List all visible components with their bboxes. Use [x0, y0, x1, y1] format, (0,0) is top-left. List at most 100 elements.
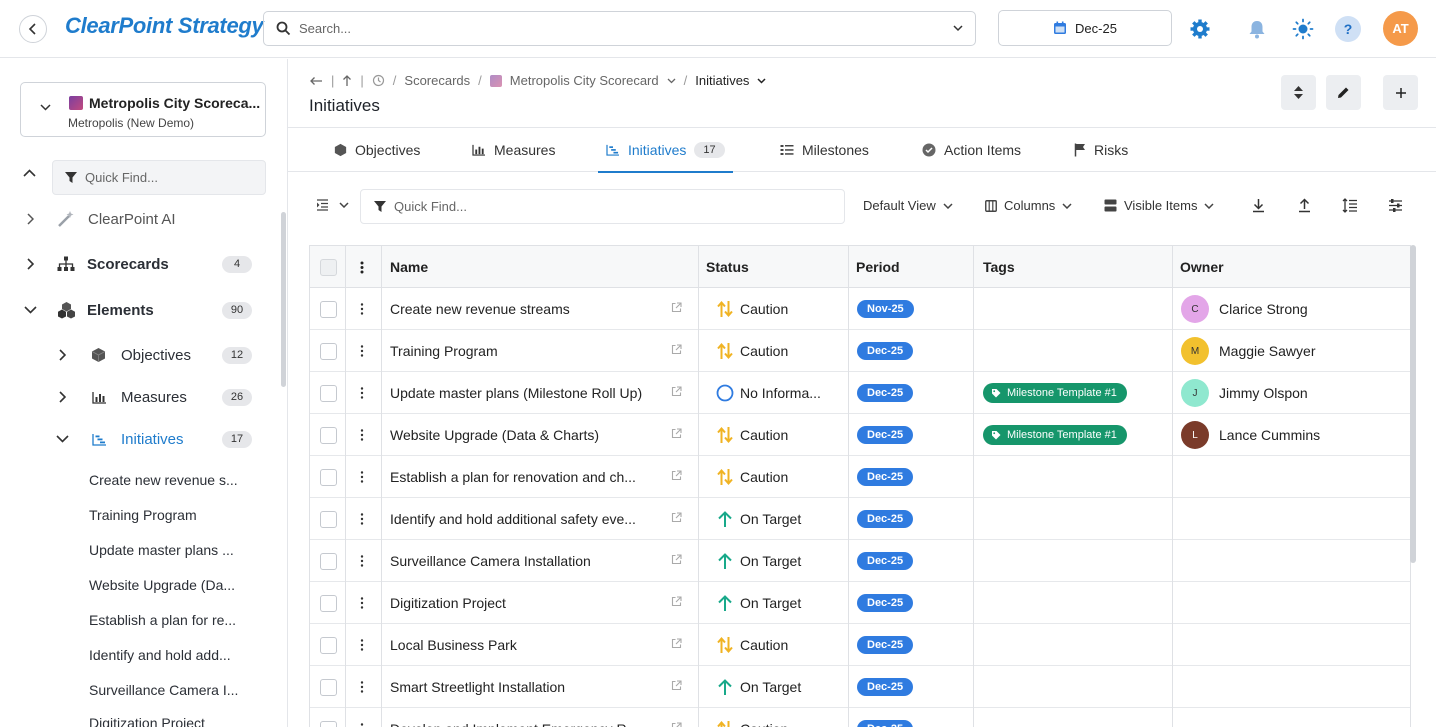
owner-cell[interactable]: M Maggie Sawyer: [1181, 330, 1316, 372]
sidebar-quick-find-input[interactable]: Quick Find...: [52, 160, 266, 195]
status-cell[interactable]: Caution: [716, 456, 788, 498]
collapse-sidebar-button[interactable]: [19, 15, 47, 43]
table-row[interactable]: Create new revenue streams Caution Nov-25 C…: [310, 288, 1410, 330]
row-checkbox[interactable]: [320, 595, 337, 612]
notifications-button[interactable]: [1245, 17, 1269, 41]
tab-action-items[interactable]: Action Items: [922, 128, 1021, 172]
initiative-name-link[interactable]: Training Program: [390, 330, 498, 372]
tab-objectives[interactable]: Objectives: [334, 128, 420, 172]
column-header-period[interactable]: Period: [856, 246, 900, 288]
edit-button[interactable]: [1326, 75, 1361, 110]
sidebar-item-scorecards[interactable]: Scorecards 4: [0, 249, 280, 279]
kebab-icon[interactable]: [360, 681, 364, 693]
grid-quick-find-input[interactable]: Quick Find...: [360, 189, 845, 224]
settings-button[interactable]: [1188, 17, 1212, 41]
row-checkbox[interactable]: [320, 385, 337, 402]
owner-cell[interactable]: J Jimmy Olspon: [1181, 372, 1308, 414]
row-checkbox[interactable]: [320, 679, 337, 696]
table-row[interactable]: Surveillance Camera Installation On Targe…: [310, 540, 1410, 582]
initiative-name-link[interactable]: Surveillance Camera Installation: [390, 540, 591, 582]
sidebar-initiative-item[interactable]: Create new revenue s...: [89, 472, 238, 488]
kebab-icon[interactable]: [360, 723, 364, 727]
status-cell[interactable]: Caution: [716, 414, 788, 456]
chevron-down-icon[interactable]: [667, 78, 676, 84]
row-checkbox[interactable]: [320, 343, 337, 360]
breadcrumb-scorecard-link[interactable]: Metropolis City Scorecard: [510, 73, 659, 88]
external-link-icon[interactable]: [671, 596, 682, 607]
kebab-icon[interactable]: [360, 639, 364, 651]
sidebar-initiative-item[interactable]: Update master plans ...: [89, 542, 234, 558]
status-cell[interactable]: Caution: [716, 330, 788, 372]
kebab-icon[interactable]: [360, 429, 364, 441]
visible-items-dropdown[interactable]: Visible Items: [1104, 198, 1214, 213]
status-cell[interactable]: No Informa...: [716, 372, 821, 414]
initiative-name-link[interactable]: Local Business Park: [390, 624, 517, 666]
sidebar-initiative-item[interactable]: Identify and hold add...: [89, 647, 231, 663]
external-link-icon[interactable]: [671, 512, 682, 523]
status-cell[interactable]: On Target: [716, 498, 801, 540]
arrow-left-icon[interactable]: [309, 76, 323, 86]
row-checkbox[interactable]: [320, 553, 337, 570]
chevron-up-icon[interactable]: [23, 169, 36, 177]
external-link-icon[interactable]: [671, 386, 682, 397]
status-cell[interactable]: Caution: [716, 624, 788, 666]
select-all-checkbox[interactable]: [320, 259, 337, 276]
external-link-icon[interactable]: [671, 554, 682, 565]
initiative-name-link[interactable]: Create new revenue streams: [390, 288, 570, 330]
table-row[interactable]: Local Business Park Caution Dec-25: [310, 624, 1410, 666]
arrow-up-icon[interactable]: [342, 74, 352, 87]
table-row[interactable]: Smart Streetlight Installation On Target D…: [310, 666, 1410, 708]
default-view-dropdown[interactable]: Default View: [863, 198, 953, 213]
initiative-name-link[interactable]: Update master plans (Milestone Roll Up): [390, 372, 642, 414]
initiative-name-link[interactable]: Develop and Implement Emergency R...: [390, 708, 638, 727]
tab-initiatives[interactable]: Initiatives 17: [598, 128, 733, 173]
column-header-tags[interactable]: Tags: [983, 246, 1015, 288]
initiative-name-link[interactable]: Establish a plan for renovation and ch..…: [390, 456, 636, 498]
clearpoint-logo[interactable]: ClearPoint Strategy: [65, 13, 264, 39]
external-link-icon[interactable]: [671, 680, 682, 691]
tab-risks[interactable]: Risks: [1074, 128, 1128, 172]
status-cell[interactable]: Caution: [716, 708, 788, 727]
kebab-icon[interactable]: [360, 261, 364, 274]
external-link-icon[interactable]: [671, 428, 682, 439]
row-checkbox[interactable]: [320, 427, 337, 444]
column-header-name[interactable]: Name: [390, 246, 428, 288]
sidebar-initiative-item[interactable]: Digitization Project: [89, 715, 205, 727]
tab-milestones[interactable]: Milestones: [780, 128, 869, 172]
reorder-button[interactable]: [1281, 75, 1316, 110]
owner-cell[interactable]: L Lance Cummins: [1181, 414, 1320, 456]
user-avatar[interactable]: AT: [1383, 11, 1418, 46]
initiative-name-link[interactable]: Smart Streetlight Installation: [390, 666, 565, 708]
sidebar-item-initiatives[interactable]: Initiatives 17: [0, 424, 280, 454]
column-header-status[interactable]: Status: [706, 246, 749, 288]
tag-badge[interactable]: Milestone Template #1: [983, 383, 1127, 403]
table-row[interactable]: Training Program Caution Dec-25 M Maggie Saw…: [310, 330, 1410, 372]
sidebar-initiative-item[interactable]: Surveillance Camera I...: [89, 682, 238, 698]
tab-measures[interactable]: Measures: [472, 128, 555, 172]
upload-icon[interactable]: [1298, 198, 1311, 213]
breadcrumb-current[interactable]: Initiatives: [695, 73, 749, 88]
status-cell[interactable]: On Target: [716, 540, 801, 582]
external-link-icon[interactable]: [671, 722, 682, 727]
row-checkbox[interactable]: [320, 721, 337, 727]
row-checkbox[interactable]: [320, 301, 337, 318]
history-icon[interactable]: [372, 74, 385, 87]
external-link-icon[interactable]: [671, 302, 682, 313]
external-link-icon[interactable]: [671, 638, 682, 649]
initiative-name-link[interactable]: Identify and hold additional safety eve.…: [390, 498, 636, 540]
kebab-icon[interactable]: [360, 387, 364, 399]
row-checkbox[interactable]: [320, 511, 337, 528]
sidebar-initiative-item[interactable]: Establish a plan for re...: [89, 612, 236, 628]
status-cell[interactable]: On Target: [716, 666, 801, 708]
breadcrumb-scorecards-link[interactable]: Scorecards: [404, 73, 470, 88]
row-height-icon[interactable]: [1342, 198, 1358, 213]
column-header-owner[interactable]: Owner: [1180, 246, 1224, 288]
sidebar-item-objectives[interactable]: Objectives 12: [0, 340, 280, 370]
kebab-icon[interactable]: [360, 471, 364, 483]
kebab-icon[interactable]: [360, 303, 364, 315]
kebab-icon[interactable]: [360, 513, 364, 525]
row-checkbox[interactable]: [320, 469, 337, 486]
scorecard-selector[interactable]: Metropolis City Scoreca... Metropolis (N…: [20, 82, 266, 137]
initiative-name-link[interactable]: Digitization Project: [390, 582, 506, 624]
sidebar-item-elements[interactable]: Elements 90: [0, 295, 280, 325]
